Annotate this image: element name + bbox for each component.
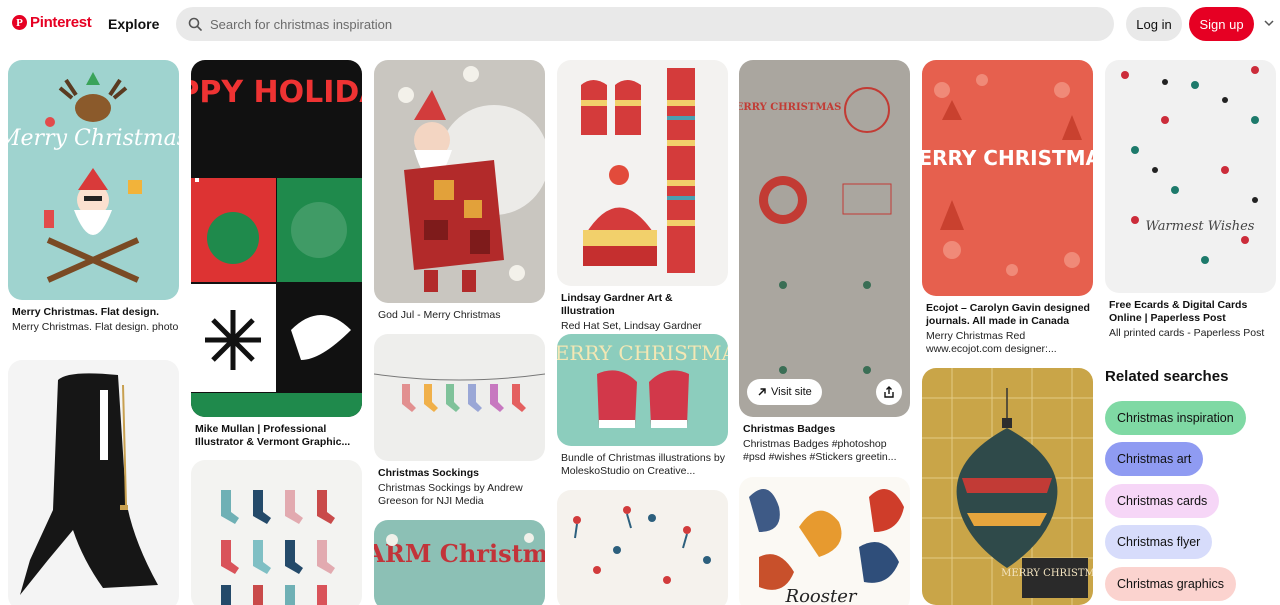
pin-card[interactable]: Warmest Wishes Free Ecards & Digital Car… — [1105, 60, 1276, 340]
pin-card[interactable] — [191, 460, 362, 605]
pin-description: Bundle of Christmas illustrations by Mol… — [561, 452, 725, 477]
pin-image[interactable]: MERRY CHRISTMAS Visit site — [739, 60, 910, 417]
pin-image[interactable] — [374, 60, 545, 303]
visit-site-label: Visit site — [771, 386, 812, 398]
pin-card[interactable]: Christmas Sockings Christmas Sockings by… — [374, 334, 545, 508]
related-search-chip[interactable]: Christmas graphics — [1105, 567, 1236, 601]
pin-description: Christmas Sockings by Andrew Greeson for… — [378, 482, 523, 507]
pin-card[interactable]: HAPPY HOLIDAYS Mike Mullan | Professiona… — [191, 60, 362, 449]
login-button[interactable]: Log in — [1126, 7, 1182, 41]
pin-image-text: HAPPY HOLIDAYS — [191, 75, 362, 110]
pin-image-text: MERRY CHRISTMAS — [922, 146, 1093, 170]
pin-title[interactable]: Merry Christmas. Flat design. — [8, 306, 179, 319]
pin-title[interactable]: Christmas Badges — [739, 423, 910, 436]
pin-description: All printed cards - Paperless Post — [1109, 327, 1265, 339]
pin-image[interactable] — [191, 460, 362, 605]
pin-card[interactable] — [8, 360, 179, 605]
pin-card[interactable]: MERRY CHRISTMAS — [922, 368, 1093, 605]
signup-button[interactable]: Sign up — [1189, 7, 1254, 41]
pin-image[interactable]: MERRY CHRISTMAS — [922, 60, 1093, 296]
related-search-chip[interactable]: Christmas flyer — [1105, 525, 1213, 559]
visit-site-button[interactable]: Visit site — [747, 379, 822, 405]
pin-image[interactable]: HAPPY HOLIDAYS — [191, 60, 362, 417]
pin-description: God Jul - Merry Christmas — [378, 309, 501, 321]
pin-image[interactable] — [557, 60, 728, 286]
pin-card[interactable]: Merry Christmas Merry Christmas. Flat de… — [8, 60, 179, 334]
pin-card[interactable]: Rooster — [739, 477, 910, 605]
pin-title[interactable]: Christmas Sockings — [374, 467, 545, 480]
pinterest-logo-icon: P — [12, 15, 27, 30]
pin-card[interactable]: MERRY CHRISTMAS Bundle of Christmas illu… — [557, 334, 728, 478]
pin-image[interactable]: Warmest Wishes — [1105, 60, 1276, 293]
top-nav: P Pinterest Explore Log in Sign up — [0, 0, 1280, 48]
pin-description: Red Hat Set, Lindsay Gardner — [561, 320, 702, 332]
pin-image[interactable]: Rooster — [739, 477, 910, 605]
related-search-chip[interactable]: Christmas cards — [1105, 484, 1220, 518]
pin-title[interactable]: Mike Mullan | Professional Illustrator &… — [191, 423, 362, 449]
pin-title[interactable]: Ecojot – Carolyn Gavin designed journals… — [922, 302, 1093, 328]
pin-card[interactable]: God Jul - Merry Christmas — [374, 60, 545, 322]
share-icon — [883, 386, 895, 398]
pin-image[interactable] — [557, 490, 728, 605]
pin-description: Christmas Badges #photoshop #psd #wishes… — [743, 438, 897, 463]
search-bar[interactable] — [176, 7, 1114, 41]
pin-card[interactable]: WARM Christmas — [374, 520, 545, 605]
pin-image-text: Warmest Wishes — [1146, 219, 1255, 234]
pin-image-text: Rooster — [785, 586, 858, 605]
pin-image[interactable]: Merry Christmas — [8, 60, 179, 300]
arrow-up-right-icon — [757, 387, 767, 397]
chevron-down-icon[interactable] — [1262, 16, 1276, 30]
pin-title[interactable]: Free Ecards & Digital Cards Online | Pap… — [1105, 299, 1276, 325]
search-icon — [188, 17, 202, 31]
pin-title[interactable]: Lindsay Gardner Art & Illustration — [557, 292, 728, 318]
pin-image[interactable] — [8, 360, 179, 605]
search-input[interactable] — [210, 16, 1090, 32]
pin-image[interactable]: MERRY CHRISTMAS — [557, 334, 728, 446]
pin-image[interactable] — [374, 334, 545, 461]
logo-text: Pinterest — [30, 14, 92, 31]
pin-card[interactable] — [557, 490, 728, 605]
pin-card[interactable]: Lindsay Gardner Art & Illustration Red H… — [557, 60, 728, 333]
pin-card[interactable]: MERRY CHRISTMAS Visit site Christmas Bad… — [739, 60, 910, 464]
explore-link[interactable]: Explore — [108, 16, 159, 32]
related-search-chip[interactable]: Christmas art — [1105, 442, 1204, 476]
pin-description: Merry Christmas Red www.ecojot.com desig… — [926, 330, 1057, 355]
pin-image[interactable]: MERRY CHRISTMAS — [922, 368, 1093, 605]
pin-image-text: Merry Christmas — [8, 126, 179, 151]
related-searches-title: Related searches — [1105, 368, 1229, 385]
pin-image-text: WARM Christmas — [374, 539, 545, 568]
pin-description: Merry Christmas. Flat design. photo — [12, 321, 179, 333]
related-search-chip[interactable]: Christmas inspiration — [1105, 401, 1246, 435]
pinterest-logo[interactable]: P Pinterest — [12, 14, 92, 31]
pin-image-text: MERRY CHRISTMAS — [1001, 568, 1093, 579]
pin-image-text: MERRY CHRISTMAS — [557, 341, 728, 365]
pin-image-text: MERRY CHRISTMAS — [739, 102, 841, 113]
pin-image[interactable]: WARM Christmas — [374, 520, 545, 605]
pin-card[interactable]: MERRY CHRISTMAS Ecojot – Carolyn Gavin d… — [922, 60, 1093, 356]
share-button[interactable] — [876, 379, 902, 405]
